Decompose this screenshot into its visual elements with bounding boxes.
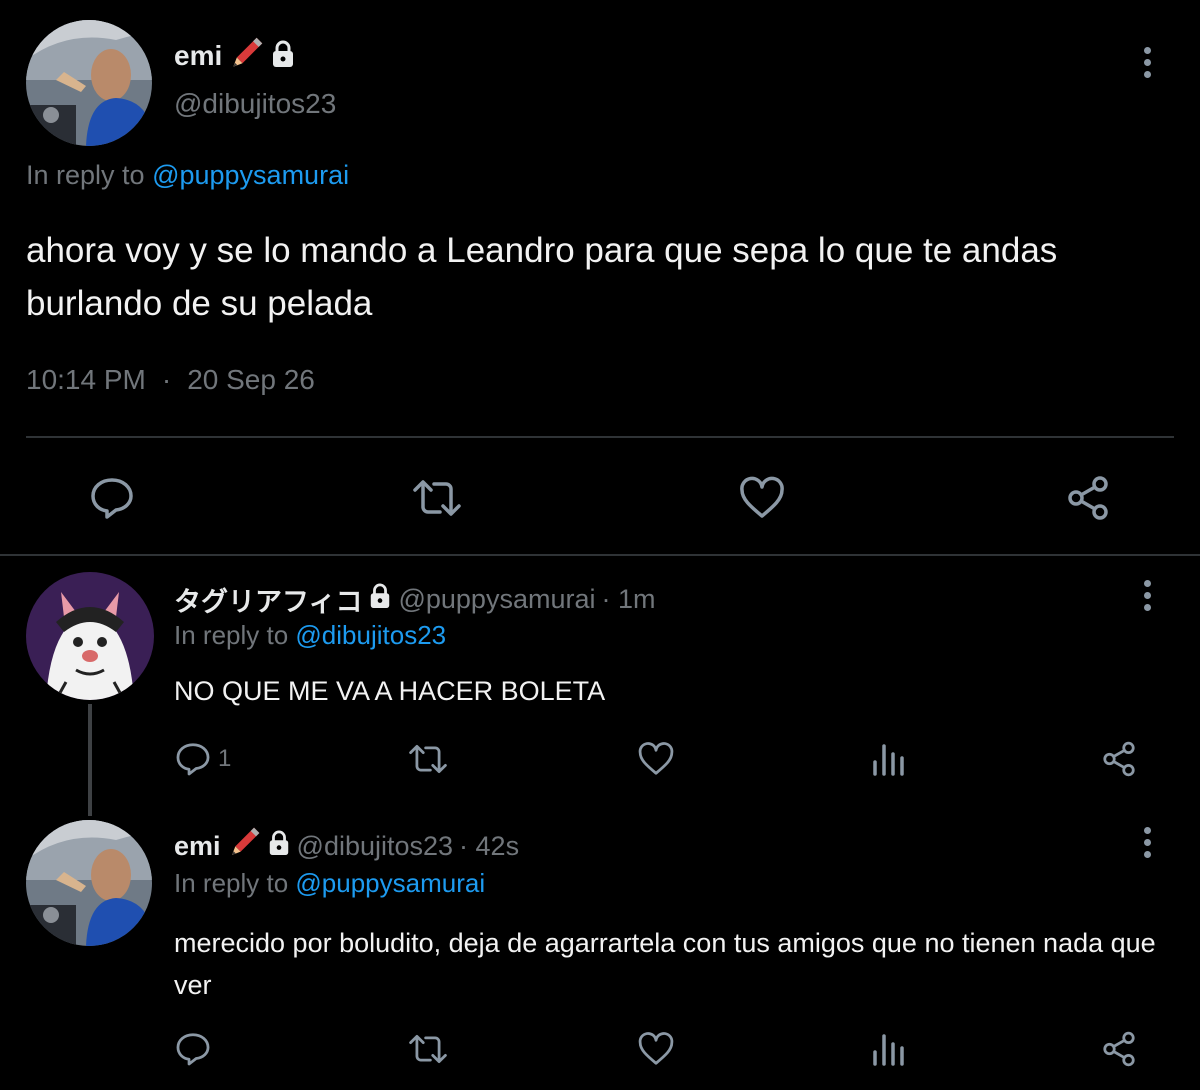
reply-icon[interactable] xyxy=(174,1030,218,1068)
handle[interactable]: @dibujitos23 xyxy=(174,88,336,120)
more-options-icon[interactable] xyxy=(1135,822,1159,862)
reply-to-handle[interactable]: @puppysamurai xyxy=(295,868,485,898)
share-icon[interactable] xyxy=(1064,474,1112,522)
avatar[interactable] xyxy=(26,20,152,146)
lock-icon xyxy=(368,583,392,616)
timestamp-row: 10:14 PM · 20 Sep 26 xyxy=(26,364,315,396)
like-icon[interactable] xyxy=(637,740,675,778)
reply-prefix: In reply to xyxy=(174,868,289,898)
retweet-icon[interactable] xyxy=(406,1030,450,1068)
tweet-text: ahora voy y se lo mando a Leandro para q… xyxy=(26,231,1058,323)
reply-icon[interactable]: 1 xyxy=(174,740,231,778)
thread-line xyxy=(88,704,92,816)
tweet-date[interactable]: 20 Sep 26 xyxy=(187,364,315,396)
analytics-icon[interactable] xyxy=(870,1030,906,1068)
lock-icon xyxy=(270,40,296,73)
tweet-text: NO QUE ME VA A HACER BOLETA xyxy=(174,676,606,706)
like-icon[interactable] xyxy=(637,1030,675,1068)
reply-icon[interactable] xyxy=(88,474,136,522)
separator-dot: · xyxy=(161,364,172,395)
tweet-time[interactable]: 10:14 PM xyxy=(26,364,146,396)
avatar[interactable] xyxy=(26,572,154,700)
display-name[interactable]: emi xyxy=(174,831,221,862)
reply-prefix: In reply to xyxy=(26,160,145,190)
display-name[interactable]: emi xyxy=(174,40,222,72)
pencil-emoji-icon xyxy=(228,36,264,77)
share-icon[interactable] xyxy=(1100,740,1138,778)
more-options-icon[interactable] xyxy=(1135,42,1159,82)
display-name[interactable]: タグリアフィコ xyxy=(174,580,362,619)
divider xyxy=(26,436,1174,438)
more-options-icon[interactable] xyxy=(1135,575,1159,615)
analytics-icon[interactable] xyxy=(870,740,906,778)
reply-context: In reply to @dibujitos23 xyxy=(174,620,446,651)
reply-to-handle[interactable]: @dibujitos23 xyxy=(295,620,446,650)
pencil-emoji-icon xyxy=(227,826,261,867)
header-row: タグリアフィコ @puppysamurai · 1m xyxy=(174,580,655,618)
tweet-age[interactable]: · 1m xyxy=(601,584,655,615)
divider xyxy=(0,554,1200,556)
handle[interactable]: @dibujitos23 xyxy=(297,831,454,862)
retweet-icon[interactable] xyxy=(406,740,450,778)
avatar[interactable] xyxy=(26,820,152,946)
handle[interactable]: @puppysamurai xyxy=(398,584,595,615)
reply-prefix: In reply to xyxy=(174,620,289,650)
display-name-row: emi xyxy=(174,36,296,76)
reply-context: In reply to @puppysamurai xyxy=(174,868,485,899)
reply-to-handle[interactable]: @puppysamurai xyxy=(152,160,349,190)
lock-icon xyxy=(267,830,291,863)
tweet-text: merecido por boludito, deja de agarrarte… xyxy=(174,928,1156,1000)
like-icon[interactable] xyxy=(738,474,786,522)
reply-context: In reply to @puppysamurai xyxy=(26,160,349,191)
share-icon[interactable] xyxy=(1100,1030,1138,1068)
tweet-age[interactable]: · 42s xyxy=(459,831,519,862)
retweet-icon[interactable] xyxy=(410,474,464,522)
reply-count: 1 xyxy=(218,745,232,772)
header-row: emi @dibujitos23 · 42s xyxy=(174,826,519,866)
